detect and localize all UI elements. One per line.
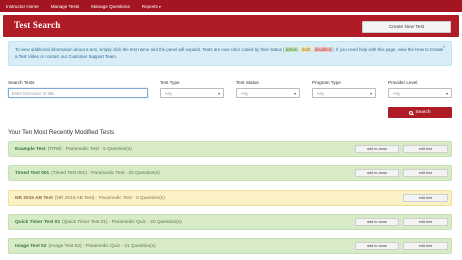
- test-type-label: Test Type: [160, 80, 180, 85]
- test-name-link[interactable]: Image Test 02: [15, 244, 46, 249]
- customer-support-link[interactable]: Customer Support Team: [68, 54, 116, 59]
- page-title: Test Search: [14, 20, 61, 30]
- search-button-label: Search: [415, 110, 431, 115]
- test-meta: (NR 2015 AB Test) · Paramedic Test · 0 Q…: [54, 195, 165, 201]
- test-name-link[interactable]: Timed Test 001: [15, 171, 49, 176]
- chevron-down-icon: ▾: [369, 91, 372, 96]
- edit-test-button[interactable]: edit test: [403, 194, 448, 202]
- test-status-value: Any: [241, 90, 249, 96]
- test-meta: (Image Test 02) · Paramedic Quiz · 21 Qu…: [48, 243, 156, 249]
- add-to-class-button[interactable]: add to class: [355, 242, 399, 250]
- search-input[interactable]: Enter test name or title: [8, 88, 148, 98]
- provider-level-value: Any: [393, 90, 401, 96]
- recent-tests-heading: Your Ten Most Recently Modified Tests: [8, 129, 115, 136]
- test-status-label: Test Status: [236, 80, 259, 85]
- test-meta: (Quick Timer Test 01) · Paramedic Quiz ·…: [62, 219, 182, 225]
- test-row[interactable]: NR 2015 AB Test (NR 2015 AB Test) · Param…: [8, 190, 452, 206]
- chevron-down-icon: ▾: [217, 91, 220, 96]
- test-name-link[interactable]: Quick Timer Test 01: [15, 220, 60, 225]
- search-icon: [409, 110, 414, 115]
- status-active-tag: active: [284, 47, 299, 52]
- top-nav: Instructor Home Manage Tests Manage Ques…: [0, 0, 462, 12]
- test-row[interactable]: Image Test 02 (Image Test 02) · Paramedic…: [8, 238, 452, 254]
- nav-manage-questions[interactable]: Manage Questions: [91, 4, 130, 9]
- edit-test-button[interactable]: edit test: [403, 145, 448, 153]
- test-type-value: Any: [165, 90, 173, 96]
- test-type-select[interactable]: Any ▾: [160, 88, 224, 98]
- provider-level-label: Provider Level: [388, 80, 418, 85]
- chevron-down-icon: ▾: [293, 91, 296, 96]
- add-to-class-button[interactable]: add to class: [355, 218, 399, 226]
- info-text-2: ). If you need help with this page, view…: [332, 47, 416, 52]
- page-banner: Test Search Create New Test: [3, 15, 459, 37]
- close-icon[interactable]: ×: [442, 45, 446, 52]
- nav-manage-tests[interactable]: Manage Tests: [51, 4, 80, 9]
- edit-test-button[interactable]: edit test: [403, 242, 448, 250]
- program-type-value: Any: [317, 90, 325, 96]
- chevron-down-icon: ▾: [158, 3, 161, 9]
- info-alert: × To view additional information about a…: [8, 41, 452, 66]
- info-text-3: or contact our: [39, 54, 69, 59]
- edit-test-button[interactable]: edit test: [403, 218, 448, 226]
- status-draft-tag: draft: [300, 47, 312, 52]
- info-text-1: To view additional information about a t…: [15, 47, 285, 52]
- create-new-test-button[interactable]: Create New Test: [362, 21, 451, 33]
- test-row[interactable]: Quick Timer Test 01 (Quick Timer Test 01)…: [8, 214, 452, 230]
- chevron-down-icon: ▾: [445, 91, 448, 96]
- search-button[interactable]: Search: [388, 107, 452, 118]
- program-type-select[interactable]: Any ▾: [312, 88, 376, 98]
- search-tests-label: Search Tests: [8, 80, 35, 85]
- test-meta: (Timed Test 001) · Paramedic Test · 20 Q…: [51, 170, 160, 176]
- test-meta: (TRW) · Paramedic Test · 5 Question(s): [47, 146, 132, 152]
- test-name-link[interactable]: NR 2015 AB Test: [15, 196, 53, 201]
- status-disabled-tag: disabled: [313, 47, 333, 52]
- test-row[interactable]: Example Test (TRW) · Paramedic Test · 5 Q…: [8, 141, 452, 157]
- test-row[interactable]: Timed Test 001 (Timed Test 001) · Paramed…: [8, 165, 452, 181]
- provider-level-select[interactable]: Any ▾: [388, 88, 452, 98]
- nav-reports[interactable]: Reports▾: [142, 4, 161, 9]
- info-text-4: .: [115, 54, 118, 59]
- test-name-link[interactable]: Example Test: [15, 147, 46, 152]
- program-type-label: Program Type: [312, 80, 341, 85]
- test-status-select[interactable]: Any ▾: [236, 88, 300, 98]
- add-to-class-button[interactable]: add to class: [355, 145, 399, 153]
- edit-test-button[interactable]: edit test: [403, 169, 448, 177]
- search-placeholder: Enter test name or title: [12, 90, 55, 96]
- nav-reports-label: Reports: [141, 3, 158, 9]
- add-to-class-button[interactable]: add to class: [355, 169, 399, 177]
- nav-instructor-home[interactable]: Instructor Home: [6, 4, 39, 9]
